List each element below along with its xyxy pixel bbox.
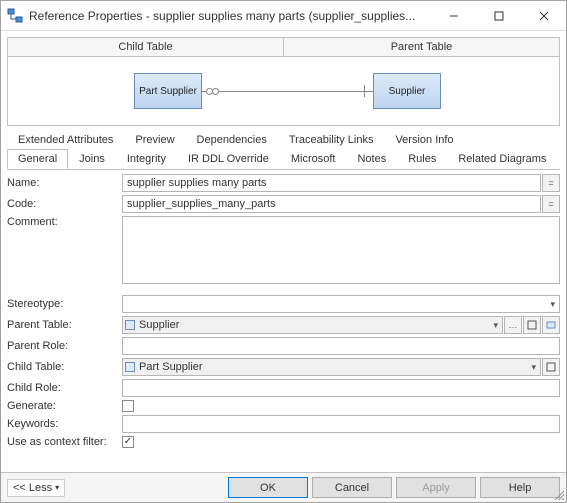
chevron-down-icon: ▾ bbox=[55, 483, 59, 492]
parent-table-select[interactable]: Supplier ▾ bbox=[122, 316, 503, 334]
comment-label: Comment: bbox=[7, 216, 122, 228]
child-table-select[interactable]: Part Supplier ▾ bbox=[122, 358, 541, 376]
tab-traceability-links[interactable]: Traceability Links bbox=[278, 130, 385, 149]
close-button[interactable] bbox=[521, 1, 566, 30]
parent-table-browse-button[interactable]: … bbox=[504, 316, 522, 334]
tab-general[interactable]: General bbox=[7, 149, 68, 169]
code-label: Code: bbox=[7, 198, 122, 210]
parent-table-label: Parent Table: bbox=[7, 319, 122, 331]
keywords-label: Keywords: bbox=[7, 418, 122, 430]
dialog-button-bar: << Less ▾ OK Cancel Apply Help bbox=[1, 472, 566, 502]
child-table-header: Child Table bbox=[8, 38, 284, 56]
child-table-properties-button[interactable] bbox=[542, 358, 560, 376]
window-title: Reference Properties - supplier supplies… bbox=[29, 9, 431, 23]
relationship-diagram: Child Table Parent Table Part Supplier S… bbox=[7, 37, 560, 126]
help-button[interactable]: Help bbox=[480, 477, 560, 498]
generate-checkbox[interactable] bbox=[122, 400, 134, 412]
chevron-down-icon: ▾ bbox=[548, 299, 557, 310]
window-controls bbox=[431, 1, 566, 30]
tab-preview[interactable]: Preview bbox=[124, 130, 185, 149]
name-label: Name: bbox=[7, 177, 122, 189]
stereotype-select[interactable]: ▾ bbox=[122, 295, 560, 313]
minimize-button[interactable] bbox=[431, 1, 476, 30]
parent-table-properties-button[interactable] bbox=[523, 316, 541, 334]
tab-joins[interactable]: Joins bbox=[68, 149, 116, 169]
tab-integrity[interactable]: Integrity bbox=[116, 149, 177, 169]
dialog-window: Reference Properties - supplier supplies… bbox=[0, 0, 567, 503]
context-filter-label: Use as context filter: bbox=[7, 436, 122, 448]
general-tab-form: Name: = Code: = Comment: Stereotype: bbox=[7, 174, 560, 472]
generate-label: Generate: bbox=[7, 400, 122, 412]
table-icon bbox=[125, 362, 135, 372]
table-icon bbox=[125, 320, 135, 330]
ok-button[interactable]: OK bbox=[228, 477, 308, 498]
apply-button[interactable]: Apply bbox=[396, 477, 476, 498]
chevron-down-icon: ▾ bbox=[491, 320, 500, 331]
comment-field[interactable] bbox=[122, 216, 560, 284]
child-table-label: Child Table: bbox=[7, 361, 122, 373]
tabstrip: Extended AttributesPreviewDependenciesTr… bbox=[7, 130, 560, 170]
cancel-button[interactable]: Cancel bbox=[312, 477, 392, 498]
tab-dependencies[interactable]: Dependencies bbox=[186, 130, 278, 149]
cardinality-many-icon-2 bbox=[212, 88, 219, 95]
tab-ir-ddl-override[interactable]: IR DDL Override bbox=[177, 149, 280, 169]
code-lock-button[interactable]: = bbox=[542, 195, 560, 213]
parent-role-field[interactable] bbox=[122, 337, 560, 355]
keywords-field[interactable] bbox=[122, 415, 560, 433]
name-lock-button[interactable]: = bbox=[542, 174, 560, 192]
relationship-line bbox=[202, 91, 373, 92]
child-entity-box[interactable]: Part Supplier bbox=[134, 73, 202, 109]
context-filter-checkbox[interactable]: ✓ bbox=[122, 436, 134, 448]
titlebar: Reference Properties - supplier supplies… bbox=[1, 1, 566, 31]
child-role-field[interactable] bbox=[122, 379, 560, 397]
reference-icon bbox=[7, 8, 23, 24]
tab-rules[interactable]: Rules bbox=[397, 149, 447, 169]
name-field[interactable] bbox=[122, 174, 541, 192]
maximize-button[interactable] bbox=[476, 1, 521, 30]
parent-entity-box[interactable]: Supplier bbox=[373, 73, 441, 109]
tab-notes[interactable]: Notes bbox=[346, 149, 397, 169]
parent-role-label: Parent Role: bbox=[7, 340, 122, 352]
tab-version-info[interactable]: Version Info bbox=[384, 130, 464, 149]
stereotype-label: Stereotype: bbox=[7, 298, 122, 310]
cardinality-one-icon bbox=[364, 85, 365, 97]
child-role-label: Child Role: bbox=[7, 382, 122, 394]
resize-grip[interactable] bbox=[552, 488, 564, 500]
tab-microsoft[interactable]: Microsoft bbox=[280, 149, 347, 169]
tab-related-diagrams[interactable]: Related Diagrams bbox=[447, 149, 557, 169]
parent-table-header: Parent Table bbox=[284, 38, 559, 56]
chevron-down-icon: ▾ bbox=[529, 362, 538, 373]
less-button[interactable]: << Less ▾ bbox=[7, 479, 65, 497]
code-field[interactable] bbox=[122, 195, 541, 213]
tab-extended-attributes[interactable]: Extended Attributes bbox=[7, 130, 124, 149]
parent-table-create-button[interactable] bbox=[542, 316, 560, 334]
